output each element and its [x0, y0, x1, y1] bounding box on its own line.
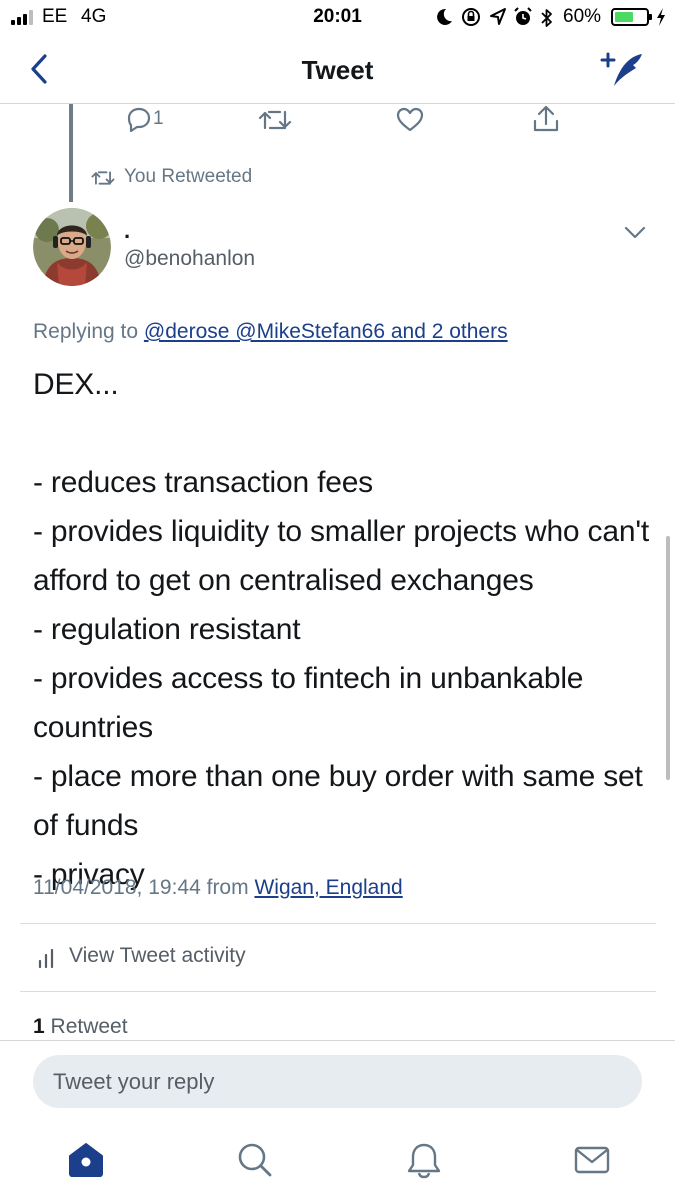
reply-composer: [0, 1040, 675, 1120]
status-bar: EE 4G 20:01 60%: [0, 0, 675, 36]
retweeted-note: You Retweeted: [124, 166, 253, 187]
tab-bar: [0, 1120, 675, 1200]
retweet-stat-label: Retweet: [50, 1015, 128, 1038]
alarm-icon: [514, 7, 532, 25]
author-display-name[interactable]: .: [124, 218, 130, 244]
compose-tweet-icon[interactable]: [600, 50, 646, 90]
reply-input[interactable]: [33, 1055, 642, 1108]
navigation-bar: Tweet: [0, 36, 675, 104]
scrollbar[interactable]: [666, 536, 670, 780]
share-icon[interactable]: [532, 104, 560, 134]
replying-to-prefix: Replying to: [33, 320, 139, 343]
tweet-text: DEX... - reduces transaction fees - prov…: [33, 368, 649, 891]
from-label: from: [206, 876, 249, 899]
chevron-down-icon[interactable]: [624, 226, 646, 240]
tweet-location-link[interactable]: Wigan, England: [254, 876, 402, 899]
like-icon[interactable]: [396, 107, 424, 133]
notifications-icon[interactable]: [404, 1140, 444, 1180]
retweet-icon[interactable]: [258, 108, 292, 132]
messages-icon[interactable]: [572, 1140, 612, 1180]
page-title: Tweet: [301, 55, 374, 85]
previous-tweet-actions: 1: [0, 104, 675, 140]
battery-icon: [611, 8, 652, 26]
charging-icon: [657, 8, 665, 26]
tweet-meta: 11/04/2018, 19:44 from Wigan, England: [33, 876, 403, 900]
tweet-timestamp: 11/04/2018, 19:44: [33, 876, 201, 899]
retweet-count: 1: [33, 1015, 45, 1038]
view-tweet-activity-link[interactable]: View Tweet activity: [69, 944, 246, 968]
reply-count: 1: [153, 108, 164, 129]
status-icons: [430, 6, 540, 30]
reply-icon[interactable]: [126, 106, 152, 132]
home-icon[interactable]: [66, 1140, 106, 1180]
battery-level: [615, 12, 633, 22]
battery-percentage: 60%: [563, 6, 602, 27]
location-icon: [490, 8, 506, 25]
divider: [20, 991, 656, 992]
search-icon[interactable]: [235, 1140, 275, 1180]
retweeted-indicator-icon: [91, 171, 115, 185]
retweet-stat[interactable]: 1 Retweet: [33, 1015, 128, 1039]
bluetooth-icon: [541, 9, 552, 27]
rotation-lock-icon: [462, 8, 480, 26]
do-not-disturb-icon: [437, 8, 452, 25]
author-handle[interactable]: @benohanlon: [124, 247, 255, 271]
avatar[interactable]: [33, 208, 111, 286]
replying-to-users-link[interactable]: @derose @MikeStefan66 and 2 others: [144, 320, 508, 343]
replying-to: Replying to @derose @MikeStefan66 and 2 …: [33, 320, 508, 344]
analytics-icon: [38, 948, 54, 969]
divider: [20, 923, 656, 924]
